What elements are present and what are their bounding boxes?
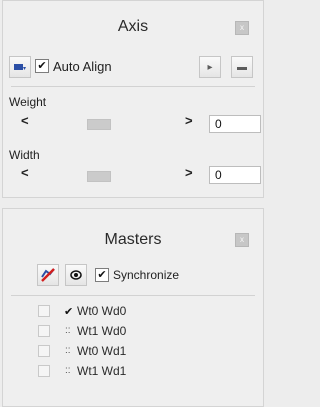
drag-handle-icon[interactable]: :: [65,345,71,356]
remove-button[interactable]: ▬ [231,56,253,78]
master-row-label: Wt1 Wd1 [77,364,127,378]
master-row-label: Wt0 Wd1 [77,344,127,358]
master-row-label: Wt0 Wd0 [77,304,127,318]
auto-align-label: Auto Align [53,59,112,74]
active-check-icon: ✔ [64,306,74,318]
weight-slider-thumb[interactable] [87,119,111,130]
axis-edit-icon [14,64,26,70]
masters-divider [11,295,255,296]
width-decrease-button[interactable]: < [21,165,29,180]
masters-close-button[interactable]: x [235,233,249,247]
width-slider[interactable] [49,170,171,183]
weight-input[interactable]: 0 [209,115,261,133]
toolbar-divider [11,86,255,87]
weight-label: Weight [9,95,47,109]
master-row[interactable]: :: Wt0 Wd1 [38,344,238,360]
no-masters-icon [41,268,55,282]
drag-handle-icon[interactable]: :: [65,325,71,336]
axis-close-button[interactable]: x [235,21,249,35]
next-button[interactable]: ▸ [199,56,221,78]
auto-align-checkbox[interactable]: ✔ [35,59,49,73]
master-row-checkbox[interactable] [38,305,50,317]
no-masters-button[interactable] [37,264,59,286]
weight-slider[interactable] [49,118,171,131]
weight-increase-button[interactable]: > [185,113,193,128]
master-row-label: Wt1 Wd0 [77,324,127,338]
weight-decrease-button[interactable]: < [21,113,29,128]
masters-panel-title: Masters [104,231,162,248]
synchronize-checkbox[interactable]: ✔ [95,268,109,282]
axis-edit-button[interactable] [9,56,31,78]
preview-icon [70,270,82,280]
master-row-checkbox[interactable] [38,325,50,337]
preview-button[interactable] [65,264,87,286]
width-slider-thumb[interactable] [87,171,111,182]
synchronize-label: Synchronize [113,268,180,282]
drag-handle-icon[interactable]: :: [65,365,71,376]
master-row-checkbox[interactable] [38,365,50,377]
master-row[interactable]: ✔ Wt0 Wd0 [38,304,238,320]
width-label: Width [9,148,40,162]
next-icon: ▸ [207,61,213,73]
master-row[interactable]: :: Wt1 Wd0 [38,324,238,340]
masters-panel: Masters x ✔ Synchronize ✔ Wt0 Wd0 :: Wt1… [2,208,264,407]
width-input[interactable]: 0 [209,166,261,184]
master-row-checkbox[interactable] [38,345,50,357]
master-row[interactable]: :: Wt1 Wd1 [38,364,238,380]
axis-panel: Axis x ✔ Auto Align ▸ ▬ Weight < > 0 Wid… [2,0,264,198]
width-increase-button[interactable]: > [185,165,193,180]
axis-panel-title: Axis [117,18,149,35]
minus-icon: ▬ [237,61,247,73]
